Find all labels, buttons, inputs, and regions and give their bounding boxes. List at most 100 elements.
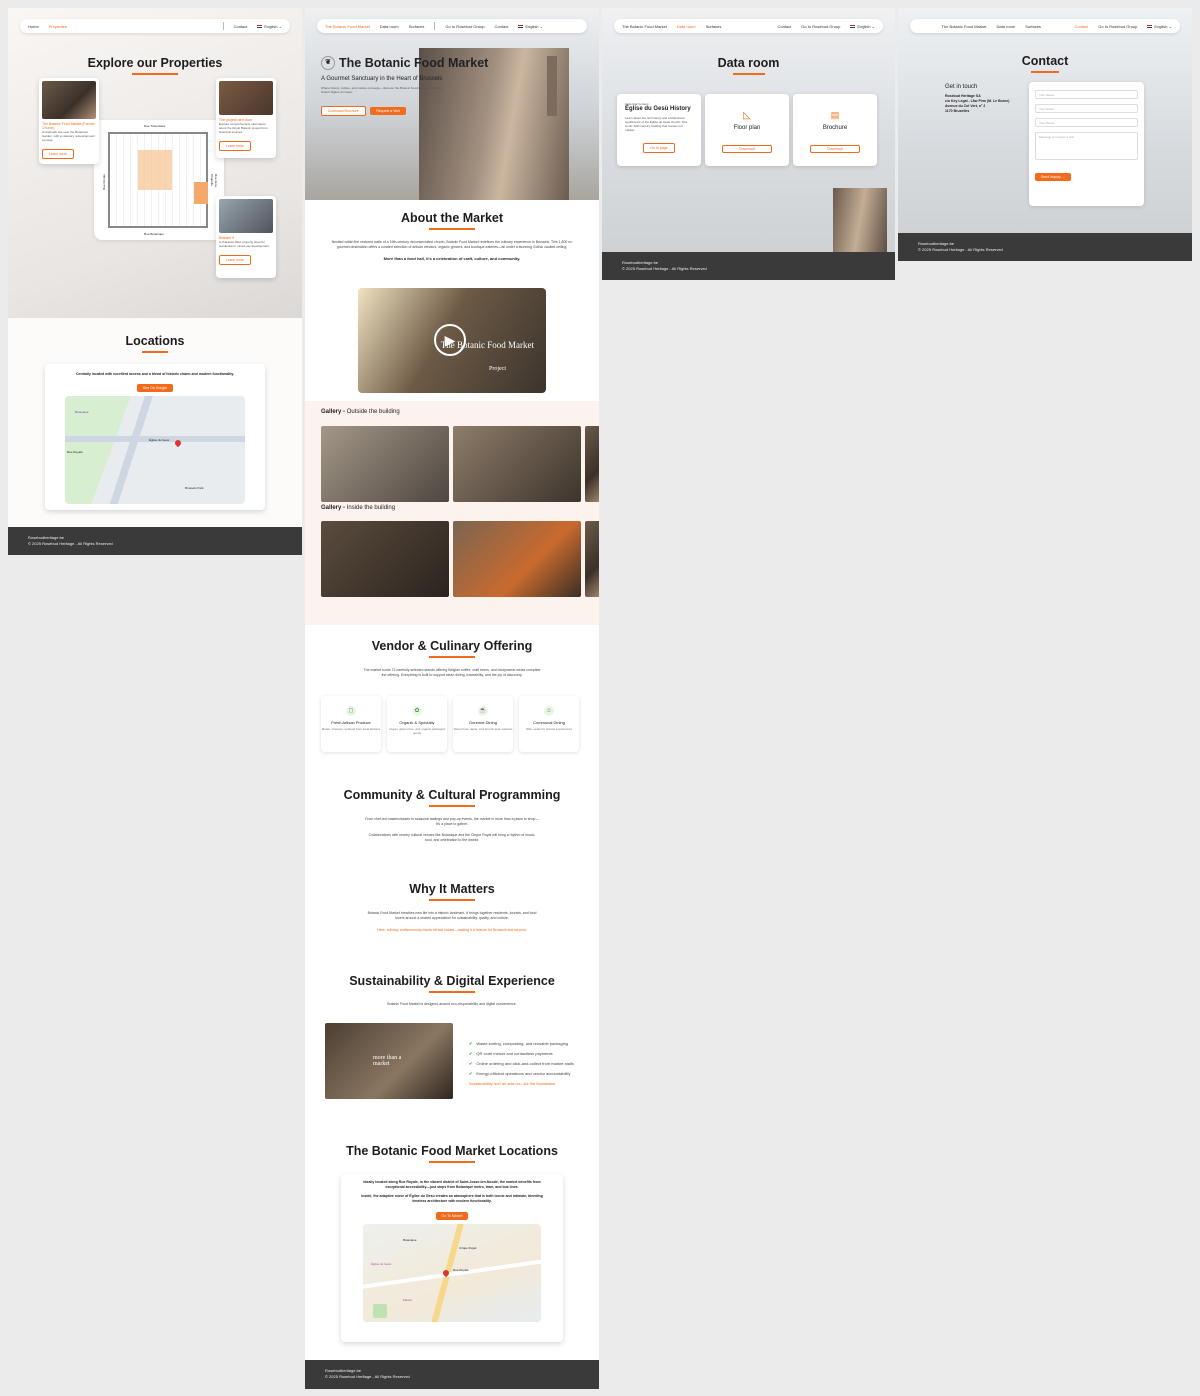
gallery-image[interactable]	[453, 426, 581, 502]
property-card-botanic[interactable]: The Botanic Food Market (Former Church) …	[39, 78, 99, 164]
sustainability-section: Sustainability & Digital Experience Bota…	[305, 974, 599, 1007]
nav-botanic[interactable]: The Botanic Food Market	[942, 24, 987, 29]
nav-data-room[interactable]: Data room	[380, 24, 399, 29]
location-map[interactable]: Botanique Église du Gesù Rue Royale Brus…	[65, 396, 245, 504]
download-button[interactable]: Download	[810, 145, 860, 153]
navbar: Home Properties Contact English ⌄	[20, 19, 290, 33]
title-underline	[429, 805, 475, 807]
title-underline	[429, 991, 475, 993]
about-highlight: More than a food hall, it's a celebratio…	[383, 255, 521, 261]
gallery-image[interactable]	[321, 426, 449, 502]
phone-field[interactable]: Your Phone	[1035, 118, 1138, 127]
map-park	[373, 1304, 387, 1318]
language-select[interactable]: English ⌄	[1147, 24, 1172, 29]
nav-botanic[interactable]: The Botanic Food Market	[622, 24, 667, 29]
gallery-image[interactable]	[453, 521, 581, 597]
send-inquiry-button[interactable]: Send Inquiry →	[1035, 173, 1072, 181]
title-underline	[429, 1161, 475, 1163]
nav-surfaces[interactable]: Surfaces	[409, 24, 425, 29]
nav-data-room[interactable]: Data room	[996, 24, 1015, 29]
nav-group[interactable]: Go to Rosebud Group	[801, 24, 840, 29]
nav-properties[interactable]: Properties	[49, 24, 67, 29]
check-text: Online ordering and click-and-collect fr…	[476, 1061, 574, 1066]
map-label: Église du Gesù	[149, 438, 170, 442]
highlight-zone	[138, 150, 172, 190]
leaf-icon: ✿	[412, 706, 422, 716]
nav-home[interactable]: Home	[28, 24, 39, 29]
learn-more-button[interactable]: Learn more	[219, 141, 251, 151]
language-select[interactable]: English ⌄	[518, 24, 543, 29]
nav-group[interactable]: Go to Rosebud Group	[445, 24, 484, 29]
video-player[interactable]: ▶ The Botanic Food Market Project	[358, 288, 546, 393]
language-select[interactable]: English ⌄	[850, 24, 875, 29]
nav-group[interactable]: Go to Rosebud Group	[1098, 24, 1137, 29]
card-title: Brochure	[822, 125, 848, 131]
download-button[interactable]: Download	[722, 145, 772, 153]
contact-form: Your Name Your Email Your Phone Message …	[1029, 82, 1144, 206]
map-label: Rue Royale	[453, 1268, 469, 1272]
footer: Rosebudheritage.be © 2025 Rosebud Herita…	[305, 1360, 599, 1389]
people-icon: ☺	[544, 706, 554, 716]
gallery-inside-title: Gallery - Inside the building	[321, 505, 395, 511]
footer-copyright: © 2025 Rosebud Heritage - All Rights Res…	[28, 541, 113, 546]
request-visit-button[interactable]: Request a Visit	[370, 107, 406, 115]
language-select[interactable]: English ⌄	[257, 24, 282, 29]
property-card-brabant[interactable]: Brabant 5 A character-filled property id…	[216, 196, 276, 278]
nav-contact[interactable]: Contact	[234, 24, 248, 29]
gallery-image[interactable]	[585, 426, 599, 502]
map-label: Rue Royale	[67, 450, 83, 454]
nav-surfaces[interactable]: Surfaces	[1025, 24, 1041, 29]
floor-plan: Rue Traversière Rue Botanique Rue Royale…	[94, 120, 224, 240]
vendor-card-desc: 300+ seats for shared experiences	[525, 727, 573, 731]
sustainability-image: more than a market	[325, 1023, 453, 1099]
nav-contact[interactable]: Contact	[777, 24, 791, 29]
nav-contact[interactable]: Contact	[1074, 24, 1088, 29]
community-section: Community & Cultural Programming From ch…	[305, 788, 599, 843]
check-icon: ✔	[469, 1051, 473, 1056]
language-label: English	[857, 23, 871, 29]
gallery-sublabel: Outside the building	[346, 409, 400, 415]
book-icon: ▤	[830, 110, 840, 120]
locations-title: The Botanic Food Market Locations	[346, 1144, 558, 1158]
name-field[interactable]: Your Name	[1035, 90, 1138, 99]
check-item: ✔ Online ordering and click-and-collect f…	[469, 1061, 594, 1066]
title-underline	[132, 73, 178, 75]
hero-tower	[547, 56, 557, 116]
learn-more-button[interactable]: Learn more	[219, 255, 251, 265]
video-label: The Botanic Food Market	[440, 340, 534, 350]
go-to-page-button[interactable]: Go to page	[643, 143, 675, 153]
google-maps-button[interactable]: See On Google	[136, 384, 174, 392]
vendor-card-desc: Meats, cheeses, seafood from local artis…	[321, 727, 381, 731]
nav-surfaces[interactable]: Surfaces	[706, 24, 722, 29]
botanic-market-page: The Botanic Food Market Data room Surfac…	[305, 8, 599, 1389]
nav-botanic[interactable]: The Botanic Food Market	[325, 24, 370, 29]
gallery-sublabel: Inside the building	[346, 505, 396, 511]
check-item: ✔ QR code menus and contactless payments	[469, 1051, 594, 1056]
nav-contact[interactable]: Contact	[495, 24, 509, 29]
logo-icon: ❦	[321, 56, 335, 70]
map-label: Botanique	[75, 410, 89, 414]
gallery-image[interactable]	[321, 521, 449, 597]
community-text: From chef-led masterclasses to seasonal …	[365, 816, 539, 826]
gallery-image[interactable]	[585, 521, 599, 597]
locations-heading: Locations	[8, 334, 302, 353]
vendor-card-title: Gourmet Dining	[468, 720, 497, 725]
message-field[interactable]: Message or request a visit	[1035, 132, 1138, 160]
location-map[interactable]: Botanique Cirque Royal Rue Royale Église…	[363, 1224, 541, 1322]
sustainability-title: Sustainability & Digital Experience	[349, 974, 555, 988]
nav-data-room[interactable]: Data room	[677, 24, 696, 29]
map-road	[109, 396, 153, 504]
learn-more-button[interactable]: Learn more	[42, 149, 74, 159]
floor-plan-card: ◺ Floor plan Download	[705, 94, 789, 166]
street-left: Rue Royale	[101, 174, 106, 190]
email-field[interactable]: Your Email	[1035, 104, 1138, 113]
download-brochure-button[interactable]: Download Brochure	[321, 106, 366, 116]
property-card-next-door[interactable]: The project next door Explore comprehens…	[216, 78, 276, 158]
data-room-heading: Data room	[602, 56, 895, 75]
vendor-card: ☺ Communal Dining 300+ seats for shared ex…	[519, 696, 579, 752]
title-underline	[1031, 71, 1059, 73]
navbar: The Botanic Food Market Data room Surfac…	[910, 19, 1180, 33]
check-icon: ✔	[469, 1061, 473, 1066]
go-to-market-button[interactable]: Go To Market	[435, 1212, 469, 1220]
why-title: Why It Matters	[409, 882, 495, 896]
